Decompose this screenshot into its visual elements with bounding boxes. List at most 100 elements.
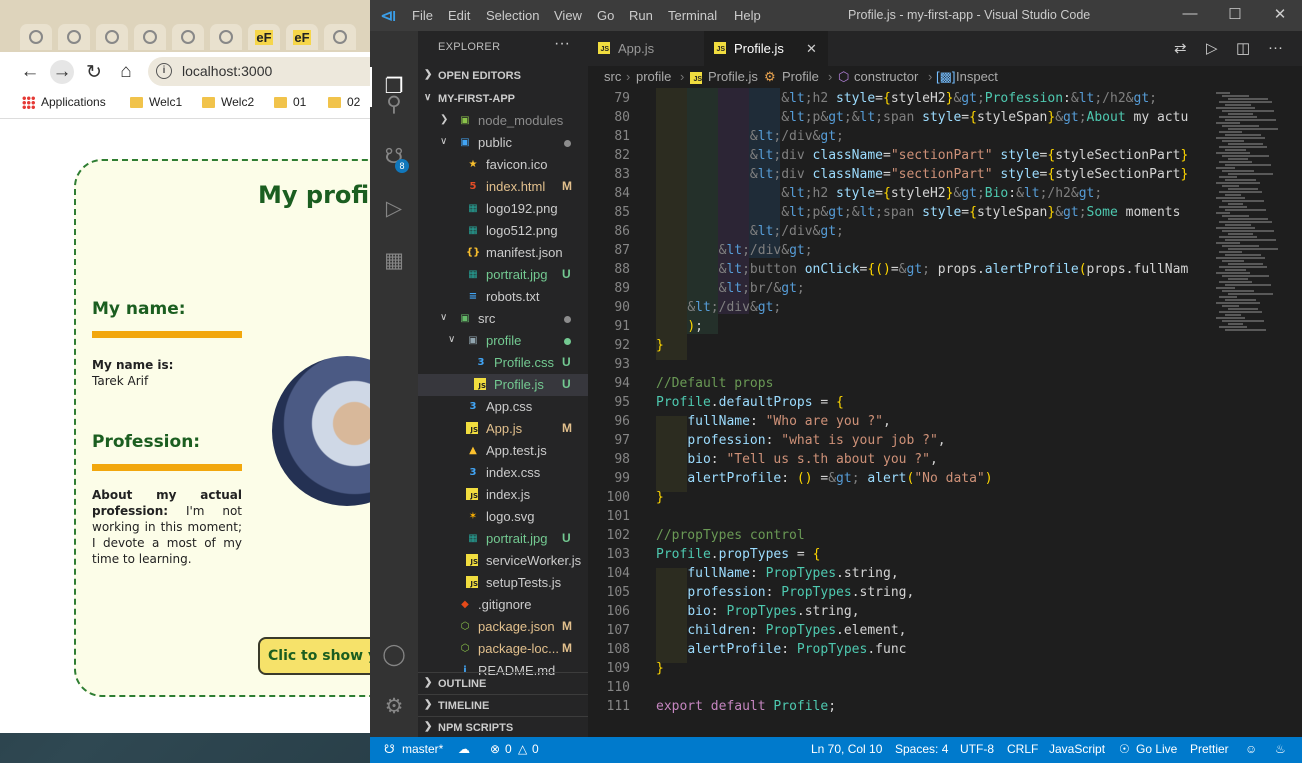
back-arrow-icon[interactable]: ← — [18, 60, 42, 84]
menu-run[interactable]: Run — [629, 8, 653, 23]
file-item[interactable]: ▦ portrait.jpg U — [418, 528, 588, 550]
code-line[interactable]: &lt;h2 style={styleH2}&gt;Bio:&lt;/h2&gt… — [656, 186, 1102, 201]
bookmark-item[interactable]: 01 — [274, 95, 306, 109]
code-line[interactable]: bio: "Tell us s.th about you ?", — [656, 452, 937, 467]
eol-status[interactable]: CRLF — [1007, 742, 1038, 756]
code-line[interactable]: &lt;/div&gt; — [656, 243, 813, 258]
browser-tab[interactable] — [20, 24, 52, 50]
file-item[interactable]: ▦ portrait.jpg U — [418, 264, 588, 286]
code-line[interactable]: profession: "what is your job ?", — [656, 433, 945, 448]
browser-tab[interactable] — [324, 24, 356, 50]
code-line[interactable]: } — [656, 661, 664, 676]
language-mode[interactable]: JavaScript — [1049, 742, 1105, 756]
close-tab-icon[interactable]: ✕ — [806, 31, 817, 66]
breadcrumb-file[interactable]: Profile.js — [708, 69, 758, 84]
code-line[interactable]: &lt;button onClick={()=&gt; props.alertP… — [656, 262, 1188, 277]
address-bar[interactable]: i localhost:3000 — [148, 57, 372, 86]
code-line[interactable]: &lt;/div&gt; — [656, 129, 844, 144]
code-line[interactable]: bio: PropTypes.string, — [656, 604, 859, 619]
split-editor-icon[interactable]: ◫ — [1236, 39, 1250, 57]
bookmark-apps[interactable]: Applications — [22, 95, 106, 109]
code-line[interactable]: &lt;h2 style={styleH2}&gt;Profession:&lt… — [656, 91, 1157, 106]
extensions-icon[interactable]: ▦ — [382, 249, 406, 273]
warning-count[interactable]: 0 — [532, 742, 539, 756]
file-item[interactable]: {} manifest.json — [418, 242, 588, 264]
code-line[interactable]: ); — [656, 319, 703, 334]
more-actions-icon[interactable]: ··· — [554, 35, 570, 53]
file-item[interactable]: 3 App.css — [418, 396, 588, 418]
menu-selection[interactable]: Selection — [486, 8, 539, 23]
file-item[interactable]: 3 Profile.css U — [418, 352, 588, 374]
code-line[interactable]: fullName: PropTypes.string, — [656, 566, 898, 581]
cursor-position[interactable]: Ln 70, Col 10 — [811, 742, 882, 756]
timeline-section[interactable]: ❯ TIMELINE — [418, 694, 588, 717]
folder-item[interactable]: ∨ ▣ profile — [418, 330, 588, 352]
code-line[interactable]: alertProfile: () =&gt; alert("No data") — [656, 471, 992, 486]
run-icon[interactable]: ▷ — [1206, 39, 1218, 57]
outline-section[interactable]: ❯ OUTLINE — [418, 672, 588, 695]
minimize-icon[interactable]: — — [1180, 5, 1200, 25]
show-profile-button[interactable]: Clic to show your profile — [258, 637, 372, 675]
project-section[interactable]: ∨ MY-FIRST-APP — [418, 88, 588, 110]
close-icon[interactable]: ✕ — [1270, 5, 1290, 25]
browser-tab[interactable]: eF — [248, 24, 280, 50]
file-item[interactable]: 5 index.html M — [418, 176, 588, 198]
file-item[interactable]: JS index.js — [418, 484, 588, 506]
file-item[interactable]: ✶ logo.svg — [418, 506, 588, 528]
reload-icon[interactable]: ↻ — [82, 60, 106, 84]
file-item[interactable]: ⬡ package-loc... M — [418, 638, 588, 660]
branch-status[interactable]: master* — [402, 742, 443, 756]
folder-item[interactable]: ∨ ▣ src — [418, 308, 588, 330]
file-item[interactable]: ▲ App.test.js — [418, 440, 588, 462]
code-line[interactable]: &lt;/div&gt; — [656, 300, 781, 315]
menu-help[interactable]: Help — [734, 8, 761, 23]
prettier-status[interactable]: Prettier — [1190, 742, 1229, 756]
code-line[interactable]: &lt;br/&gt; — [656, 281, 805, 296]
code-line[interactable]: children: PropTypes.element, — [656, 623, 906, 638]
breadcrumb-profile[interactable]: profile — [636, 69, 671, 84]
settings-gear-icon[interactable]: ⚙ — [382, 695, 406, 719]
feedback-icon[interactable]: ☺ — [1245, 742, 1257, 756]
code-line[interactable]: } — [656, 338, 664, 353]
code-line[interactable]: Profile.propTypes = { — [656, 547, 820, 562]
menu-file[interactable]: File — [412, 8, 433, 23]
code-line[interactable]: &lt;div className="sectionPart" style={s… — [656, 148, 1188, 163]
account-icon[interactable]: ◯ — [382, 643, 406, 667]
open-editors-section[interactable]: ❯ OPEN EDITORS — [418, 65, 588, 87]
file-item[interactable]: JS Profile.js U — [418, 374, 588, 396]
code-line[interactable]: } — [656, 490, 664, 505]
menu-view[interactable]: View — [554, 8, 582, 23]
bell-icon[interactable]: ♨ — [1275, 742, 1286, 756]
code-line[interactable]: //Default props — [656, 376, 773, 391]
file-item[interactable]: JS App.js M — [418, 418, 588, 440]
code-line[interactable]: alertProfile: PropTypes.func — [656, 642, 906, 657]
bookmark-item[interactable]: 02 — [328, 95, 360, 109]
file-item[interactable]: ★ favicon.ico — [418, 154, 588, 176]
npm-scripts-section[interactable]: ❯ NPM SCRIPTS — [418, 716, 588, 739]
url-text[interactable]: localhost:3000 — [182, 63, 272, 79]
menu-terminal[interactable]: Terminal — [668, 8, 717, 23]
bookmark-item[interactable]: Welc2 — [202, 95, 254, 109]
code-editor[interactable]: 79 &lt;h2 style={styleH2}&gt;Profession:… — [588, 88, 1188, 737]
file-item[interactable]: ◆ .gitignore — [418, 594, 588, 616]
sync-icon[interactable]: ☁ — [458, 742, 470, 756]
code-line[interactable]: &lt;/div&gt; — [656, 224, 844, 239]
code-line[interactable]: &lt;div className="sectionPart" style={s… — [656, 167, 1188, 182]
info-icon[interactable]: i — [156, 63, 172, 79]
browser-tab[interactable] — [172, 24, 204, 50]
encoding-status[interactable]: UTF-8 — [960, 742, 994, 756]
run-debug-icon[interactable]: ▷ — [382, 197, 406, 221]
breadcrumb-inspect[interactable]: Inspect — [956, 69, 998, 84]
browser-tab[interactable]: eF — [286, 24, 318, 50]
browser-tab[interactable] — [96, 24, 128, 50]
code-line[interactable]: &lt;p&gt;&lt;span style={styleSpan}&gt;S… — [656, 205, 1188, 220]
indentation-status[interactable]: Spaces: 4 — [895, 742, 948, 756]
file-item[interactable]: ≡ robots.txt — [418, 286, 588, 308]
code-line[interactable]: Profile.defaultProps = { — [656, 395, 844, 410]
file-item[interactable]: ⬡ package.json M — [418, 616, 588, 638]
bookmark-item[interactable]: Welc1 — [130, 95, 182, 109]
breadcrumb-class[interactable]: Profile — [782, 69, 819, 84]
file-item[interactable]: 3 index.css — [418, 462, 588, 484]
go-live-button[interactable]: Go Live — [1136, 742, 1177, 756]
file-item[interactable]: JS setupTests.js — [418, 572, 588, 594]
